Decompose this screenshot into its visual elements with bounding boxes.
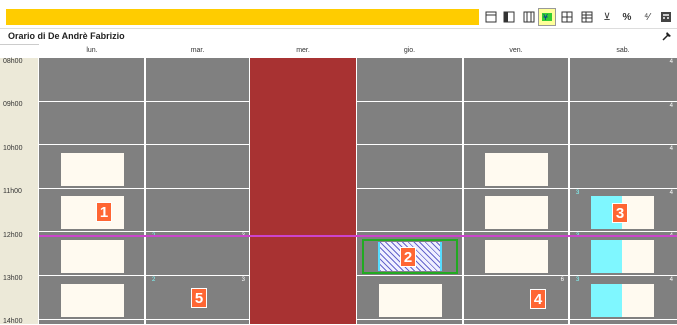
time-label: 09h00: [3, 101, 23, 108]
highlight-block: [591, 240, 622, 273]
lesson-block[interactable]: [61, 153, 124, 186]
schedule-title-bar: Orario di De Andrè Fabrizio: [0, 28, 677, 45]
toolbar: ¥ ⊻ % ⁴⁄: [0, 0, 677, 28]
lesson-block[interactable]: [485, 153, 548, 186]
highlight-block: [591, 284, 622, 317]
day-header-sab: sab.: [569, 44, 677, 58]
slot-cell[interactable]: [570, 320, 677, 324]
slot-cell[interactable]: [357, 145, 462, 188]
slot-cell[interactable]: [357, 58, 462, 101]
annotation-marker-2: 2: [400, 247, 416, 267]
cell-count: 3: [241, 277, 245, 283]
slot-cell[interactable]: [146, 320, 249, 324]
day-header-gio: gio.: [356, 44, 463, 58]
toolbar-band: [6, 9, 479, 25]
view-split-icon[interactable]: [500, 8, 518, 26]
time-label: 10h00: [3, 145, 23, 152]
slot-cell[interactable]: [39, 320, 144, 324]
slot-cell[interactable]: [146, 145, 249, 188]
time-label: 12h00: [3, 232, 23, 239]
slot-cell[interactable]: [146, 102, 249, 144]
cell-count: 6: [560, 277, 564, 283]
cell-count: 4: [669, 103, 673, 109]
slot-cell[interactable]: [464, 102, 568, 144]
cell-count: 4: [669, 59, 673, 65]
current-time-line: [39, 235, 677, 237]
slot-cell[interactable]: [357, 102, 462, 144]
annotation-marker-3: 3: [612, 203, 628, 223]
lesson-block[interactable]: [485, 196, 548, 229]
day-header-ven: ven.: [463, 44, 569, 58]
time-label: 11h00: [3, 188, 22, 195]
calculator-icon[interactable]: [657, 8, 675, 26]
day-header-mer: mer.: [250, 44, 356, 58]
annotation-marker-1: 1: [96, 202, 112, 222]
slot-cell[interactable]: 4: [570, 145, 677, 188]
blocked-day-column: [250, 58, 356, 324]
view-single-icon[interactable]: [482, 8, 500, 26]
lesson-block[interactable]: [61, 196, 124, 229]
slot-cell[interactable]: 4: [570, 58, 677, 101]
slot-cell[interactable]: [464, 58, 568, 101]
teacher-hours-icon[interactable]: ⁴⁄: [638, 8, 656, 26]
view-teacher-icon[interactable]: ¥: [538, 8, 556, 26]
cell-count-left: 3: [576, 190, 580, 196]
svg-text:¥: ¥: [543, 13, 548, 22]
cell-count-left: 2: [152, 277, 156, 283]
schedule-title: Orario di De Andrè Fabrizio: [8, 31, 125, 41]
view-columns-icon[interactable]: [520, 8, 538, 26]
slot-cell[interactable]: [39, 102, 144, 144]
lesson-block[interactable]: [379, 284, 442, 317]
lesson-block[interactable]: [61, 240, 124, 273]
day-header-mar: mar.: [145, 44, 250, 58]
slot-cell[interactable]: [146, 58, 249, 101]
lesson-block[interactable]: [61, 284, 124, 317]
slot-cell[interactable]: [357, 320, 462, 324]
slot-cell[interactable]: 4: [570, 102, 677, 144]
slot-cell[interactable]: [357, 189, 462, 231]
time-label: 13h00: [3, 275, 23, 282]
slot-cell[interactable]: [146, 189, 249, 231]
cell-count: 4: [669, 146, 673, 152]
pin-icon[interactable]: [661, 30, 673, 42]
percent-icon[interactable]: %: [618, 8, 636, 26]
time-column: 08h00 09h00 10h00 11h00 12h00 13h00 14h0…: [0, 58, 38, 325]
slot-cell[interactable]: 2 3: [146, 232, 249, 275]
slot-cell[interactable]: 6: [464, 276, 568, 319]
slot-cell[interactable]: [39, 58, 144, 101]
view-table-icon[interactable]: [578, 8, 596, 26]
annotation-marker-5: 5: [191, 288, 207, 308]
slot-cell[interactable]: [464, 320, 568, 324]
lesson-block[interactable]: [485, 240, 548, 273]
time-label: 08h00: [3, 58, 23, 65]
view-grid-icon[interactable]: [558, 8, 576, 26]
annotation-marker-4: 4: [530, 289, 546, 309]
filter-icon[interactable]: ⊻: [598, 8, 616, 26]
cell-count: 4: [669, 277, 673, 283]
cell-count: 4: [669, 190, 673, 196]
cell-count-left: 3: [576, 277, 580, 283]
day-header-lun: lun.: [39, 44, 145, 58]
